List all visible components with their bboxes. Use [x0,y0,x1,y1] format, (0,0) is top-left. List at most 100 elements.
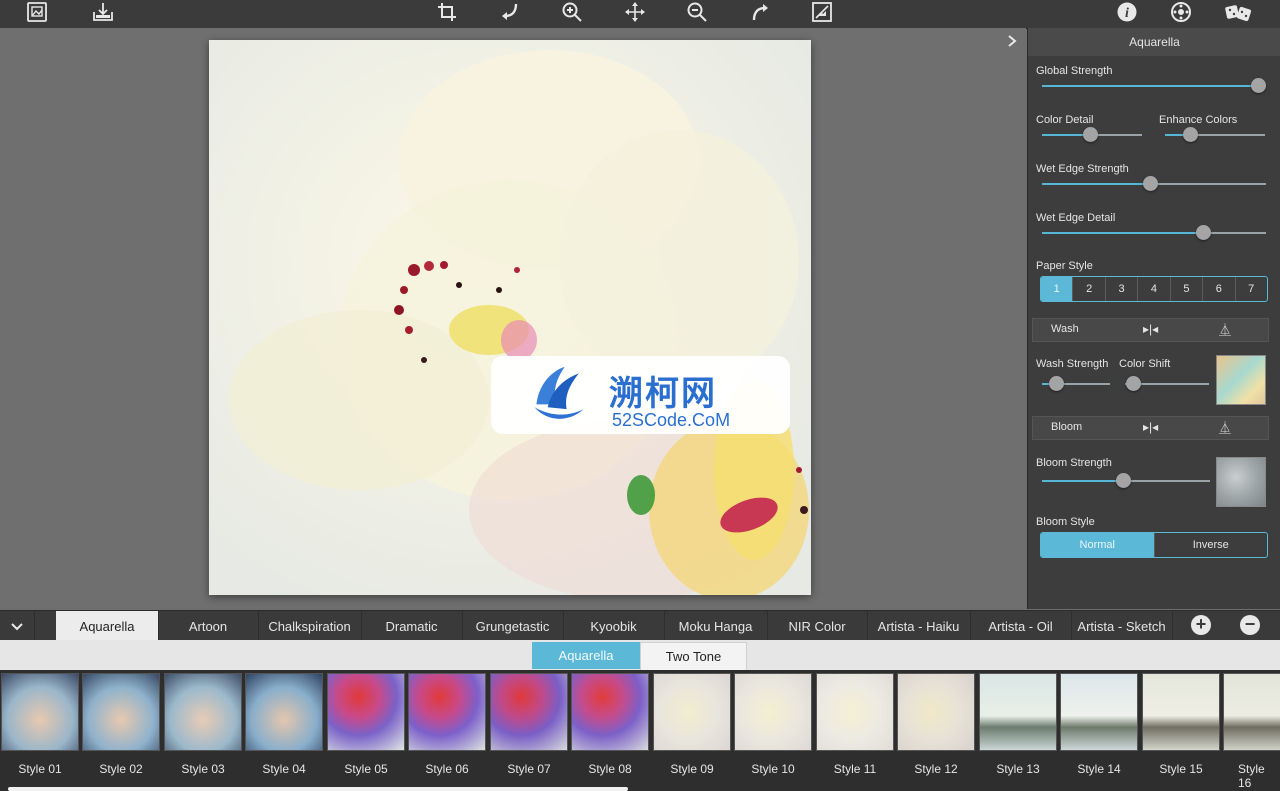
tab-artista-oil[interactable]: Artista - Oil [970,611,1072,641]
paper-style-option-5[interactable]: 5 [1171,277,1204,301]
wash-section-header[interactable]: Wash ▸|◂ ⏅ [1032,318,1269,342]
bloom-section-header[interactable]: Bloom ▸|◂ ⏅ [1032,416,1269,440]
bird-logo-icon [534,366,584,419]
style-thumbnail[interactable] [653,673,731,751]
svg-text:i: i [1125,6,1129,21]
slider-knob[interactable] [1083,127,1098,142]
tab-kyoobik[interactable]: Kyoobik [563,611,665,641]
flip-horizontal-icon[interactable]: ▸|◂ [1143,322,1158,336]
open-image-icon[interactable] [22,0,52,24]
crop-icon[interactable] [432,0,462,24]
collapse-panel-chevron-icon[interactable] [1003,32,1021,50]
tab-moku-hanga[interactable]: Moku Hanga [664,611,768,641]
bloom-strength-slider[interactable] [1042,473,1210,488]
horizontal-scrollbar[interactable] [8,787,628,791]
bloom-texture-swatch[interactable] [1216,457,1266,507]
top-toolbar: i [0,0,1280,29]
style-thumbnail[interactable] [245,673,323,751]
sub-tabs: Aquarella Two Tone [0,640,1280,671]
paper-style-selector: 1 2 3 4 5 6 7 [1040,276,1268,302]
subtab-aquarella[interactable]: Aquarella [532,642,640,669]
tab-dramatic[interactable]: Dramatic [361,611,463,641]
watermark-subtitle: 52SCode.CoM [612,410,731,430]
bloom-style-selector: Normal Inverse [1040,532,1268,558]
remove-style-button[interactable]: − [1240,615,1260,635]
style-tabs: Aquarella Artoon Chalkspiration Dramatic… [0,610,1280,641]
slider-knob[interactable] [1142,176,1158,191]
tab-artoon[interactable]: Artoon [158,611,259,641]
style-thumbnail[interactable] [571,673,649,751]
tab-nir-color[interactable]: NIR Color [767,611,868,641]
paper-style-option-2[interactable]: 2 [1073,277,1106,301]
global-strength-slider[interactable] [1042,78,1266,93]
add-style-button[interactable]: + [1191,615,1211,635]
color-detail-slider[interactable] [1042,127,1142,142]
flip-horizontal-icon[interactable]: ▸|◂ [1143,420,1158,434]
settings-icon[interactable] [1166,0,1196,24]
wash-texture-swatch[interactable] [1216,355,1266,405]
flip-vertical-icon[interactable]: ⏅ [1219,321,1231,338]
style-thumbnail[interactable] [1142,673,1220,751]
undo-icon[interactable] [495,0,525,24]
subtab-two-tone[interactable]: Two Tone [640,642,747,671]
style-thumbnail[interactable] [490,673,568,751]
color-detail-label: Color Detail [1036,114,1094,126]
compare-icon[interactable] [807,0,837,24]
style-thumbnail[interactable] [1,673,79,751]
slider-fill [1042,183,1150,185]
style-thumbnail[interactable] [734,673,812,751]
slider-knob[interactable] [1126,376,1142,391]
collapse-tabs-chevron-icon[interactable] [0,611,35,641]
tab-aquarella[interactable]: Aquarella [56,611,159,641]
style-thumbnail[interactable] [1223,673,1280,751]
style-thumbnail[interactable] [82,673,160,751]
style-thumbnail[interactable] [897,673,975,751]
random-dice-icon[interactable] [1224,0,1254,24]
slider-knob[interactable] [1196,225,1212,240]
settings-panel: Aquarella Global Strength Color Detail E… [1027,28,1280,609]
slider-knob[interactable] [1115,473,1131,488]
wet-edge-strength-slider[interactable] [1042,176,1266,191]
style-label: Style 06 [425,762,469,776]
style-thumbnail[interactable] [1060,673,1138,751]
style-thumbnail[interactable] [408,673,486,751]
paper-style-option-7[interactable]: 7 [1236,277,1267,301]
wet-edge-detail-slider[interactable] [1042,225,1266,240]
bloom-style-normal[interactable]: Normal [1041,533,1155,557]
bloom-style-inverse[interactable]: Inverse [1155,533,1268,557]
enhance-colors-slider[interactable] [1165,127,1265,142]
style-label: Style 02 [99,762,143,776]
global-strength-label: Global Strength [1036,65,1113,77]
color-shift-slider[interactable] [1125,376,1209,391]
style-label: Style 16 [1238,762,1265,790]
tab-artista-haiku[interactable]: Artista - Haiku [867,611,971,641]
zoom-in-icon[interactable] [557,0,587,24]
paper-style-option-1[interactable]: 1 [1041,277,1074,301]
redo-icon[interactable] [745,0,775,24]
artwork-image[interactable] [209,40,811,595]
style-label: Style 04 [262,762,306,776]
slider-knob[interactable] [1251,78,1266,93]
paper-style-option-4[interactable]: 4 [1138,277,1171,301]
flip-vertical-icon[interactable]: ⏅ [1219,419,1231,436]
slider-knob[interactable] [1183,127,1198,142]
style-label: Style 13 [996,762,1040,776]
paper-style-option-3[interactable]: 3 [1106,277,1139,301]
style-thumbnail[interactable] [979,673,1057,751]
style-thumbnail[interactable] [164,673,242,751]
tab-grungetastic[interactable]: Grungetastic [462,611,564,641]
info-icon[interactable]: i [1112,0,1142,24]
wash-strength-slider[interactable] [1042,376,1110,391]
style-thumbnail[interactable] [327,673,405,751]
tab-chalkspiration[interactable]: Chalkspiration [258,611,362,641]
watermark-title: 溯柯网 [609,375,717,413]
zoom-out-icon[interactable] [682,0,712,24]
paper-style-option-6[interactable]: 6 [1203,277,1236,301]
slider-knob[interactable] [1048,376,1064,391]
style-thumbnails: Style 01 Style 02 Style 03 Style 04 Styl… [0,670,1280,791]
tab-artista-sketch[interactable]: Artista - Sketch [1071,611,1173,641]
style-thumbnail[interactable] [816,673,894,751]
enhance-colors-label: Enhance Colors [1159,114,1238,126]
save-image-icon[interactable] [88,0,118,24]
move-icon[interactable] [620,0,650,24]
